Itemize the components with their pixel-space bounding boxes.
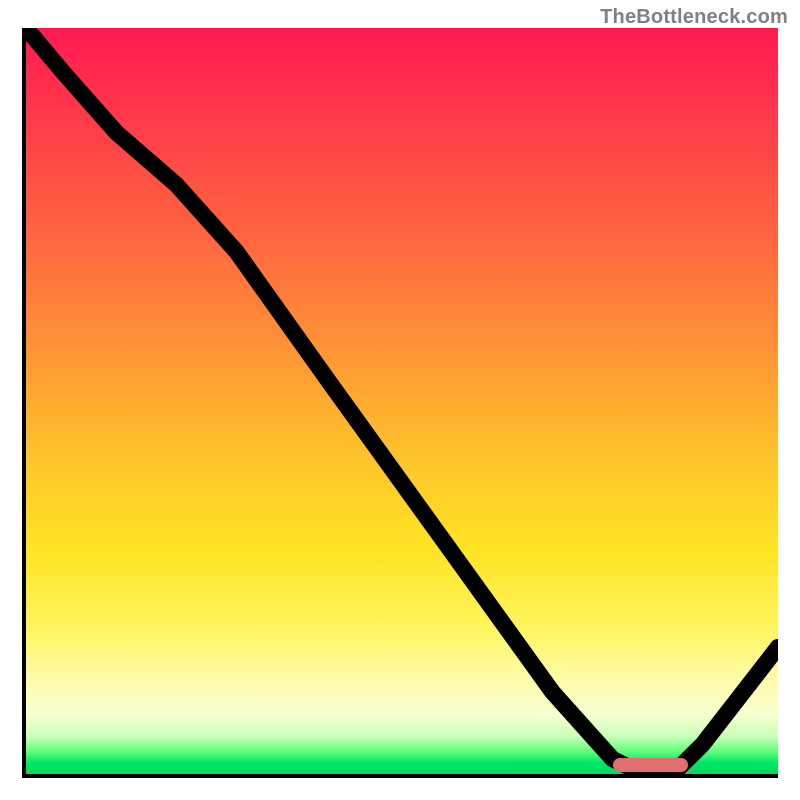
attribution-label: TheBottleneck.com (600, 6, 788, 29)
chart-axes (22, 28, 778, 778)
optimal-range-marker (613, 758, 688, 772)
bottleneck-curve (26, 28, 778, 774)
curve-path (26, 28, 778, 774)
chart-plot-area (26, 28, 778, 774)
